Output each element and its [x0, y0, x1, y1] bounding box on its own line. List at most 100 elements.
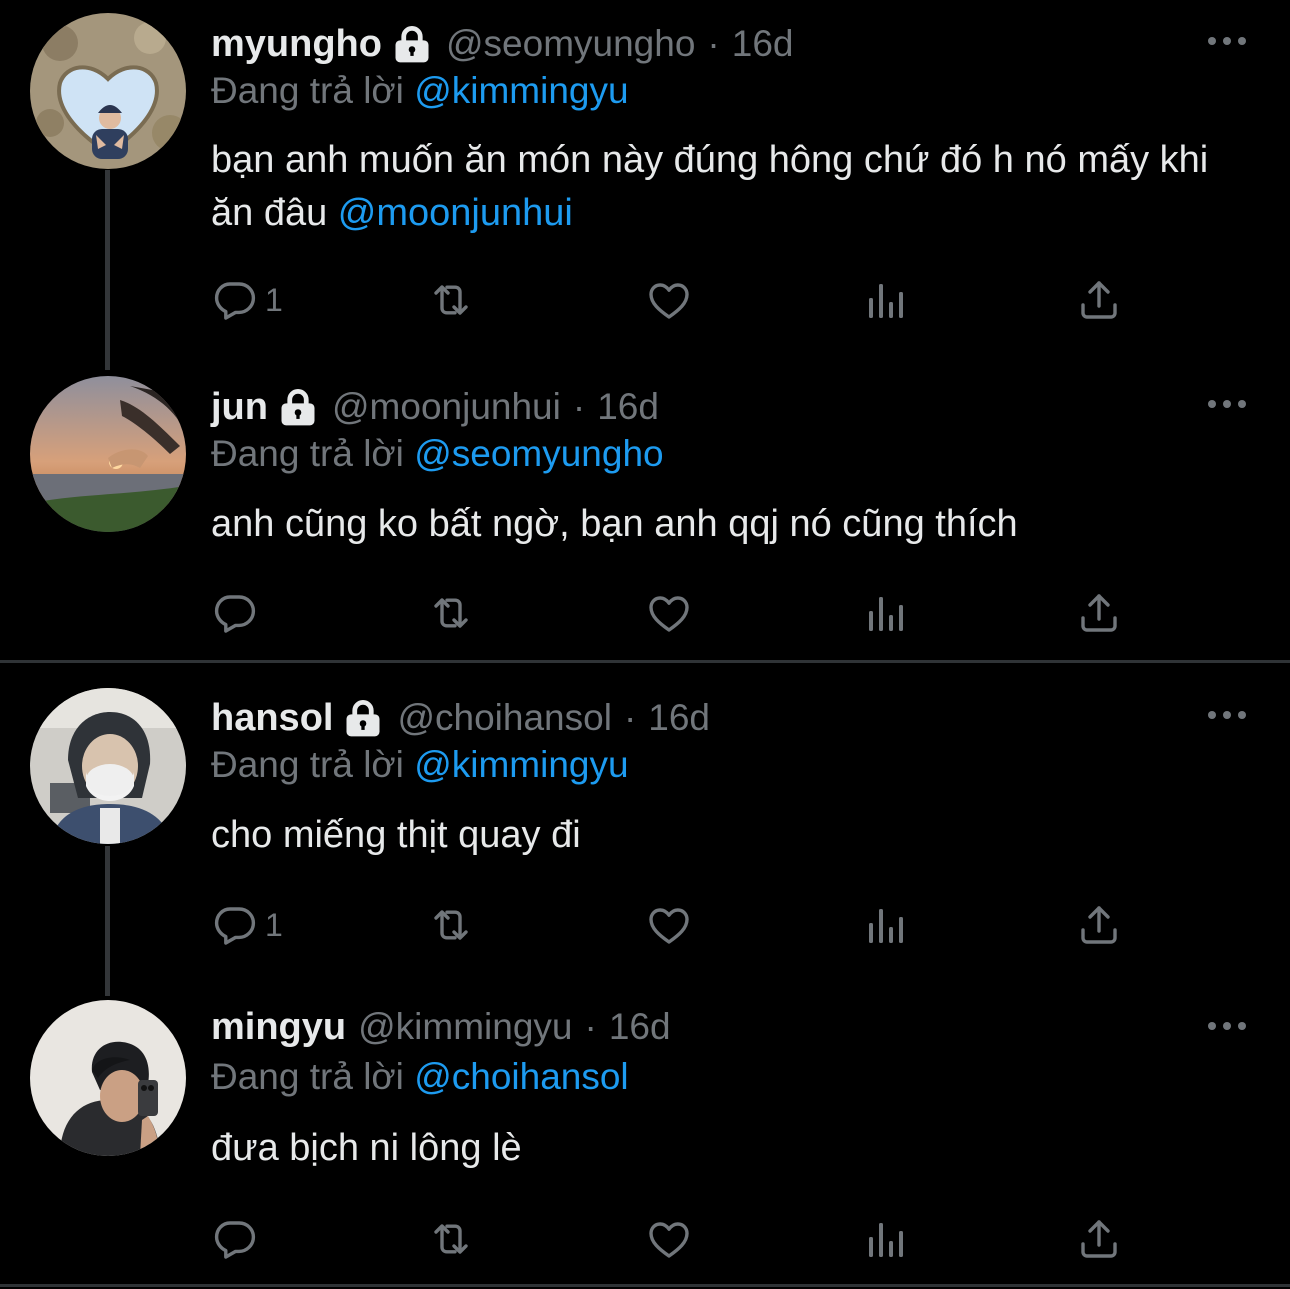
share-icon: [1075, 276, 1123, 324]
reply-button[interactable]: 1: [211, 900, 283, 950]
replying-to-mention[interactable]: @kimmingyu: [414, 70, 628, 111]
timestamp[interactable]: 16d: [732, 23, 794, 65]
tweet-text: bạn anh muốn ăn món này đúng hông chứ đó…: [211, 134, 1221, 240]
like-button[interactable]: [645, 275, 693, 325]
views-icon: [861, 901, 909, 949]
tweet[interactable]: myungho @seomyungho · 16d Đang trả lời @…: [0, 0, 1290, 350]
thread-separator: [0, 660, 1290, 663]
replying-to: Đang trả lời @kimmingyu: [211, 70, 629, 116]
text-mention[interactable]: @moonjunhui: [338, 192, 573, 234]
avatar[interactable]: [30, 1000, 186, 1156]
views-icon: [861, 1215, 909, 1263]
replying-prefix: Đang trả lời: [211, 1056, 404, 1097]
username[interactable]: @moonjunhui: [332, 386, 561, 428]
tweet-text-content: đưa bịch ni lông lè: [211, 1127, 522, 1169]
share-icon: [1075, 901, 1123, 949]
replying-prefix: Đang trả lời: [211, 744, 404, 785]
reply-icon: [211, 1215, 259, 1263]
replying-to-mention[interactable]: @kimmingyu: [414, 744, 628, 785]
views-button[interactable]: [861, 275, 909, 325]
reply-button[interactable]: [211, 1214, 259, 1264]
views-icon: [861, 276, 909, 324]
heart-icon: [645, 589, 693, 637]
reply-count: 1: [265, 281, 283, 318]
tweet-header: mingyu @kimmingyu · 16d: [211, 1002, 671, 1052]
tweet[interactable]: hansol @choihansol · 16d Đang trả lời @k…: [0, 670, 1290, 990]
lock-icon: [341, 696, 385, 740]
share-button[interactable]: [1075, 900, 1123, 950]
views-button[interactable]: [861, 900, 909, 950]
timestamp[interactable]: 16d: [648, 697, 710, 739]
separator-dot: ·: [572, 386, 586, 427]
avatar[interactable]: [30, 688, 186, 844]
like-button[interactable]: [645, 588, 693, 638]
display-name[interactable]: jun: [211, 386, 268, 429]
replying-to-mention[interactable]: @choihansol: [414, 1056, 628, 1097]
lock-icon: [390, 22, 434, 66]
reply-count: 1: [265, 906, 283, 943]
retweet-button[interactable]: [427, 1214, 475, 1264]
action-bar: [211, 1214, 1131, 1264]
views-button[interactable]: [861, 1214, 909, 1264]
more-icon[interactable]: [1205, 394, 1249, 414]
replying-to: Đang trả lời @choihansol: [211, 1056, 629, 1102]
share-icon: [1075, 1215, 1123, 1263]
action-bar: 1: [211, 275, 1131, 325]
more-icon[interactable]: [1205, 1016, 1249, 1036]
heart-icon: [645, 276, 693, 324]
replying-prefix: Đang trả lời: [211, 70, 404, 111]
display-name[interactable]: hansol: [211, 697, 333, 740]
retweet-icon: [427, 1215, 475, 1263]
retweet-icon: [427, 276, 475, 324]
timestamp[interactable]: 16d: [609, 1006, 671, 1048]
display-name[interactable]: myungho: [211, 23, 382, 66]
reply-icon: [211, 589, 259, 637]
share-button[interactable]: [1075, 1214, 1123, 1264]
more-icon[interactable]: [1205, 705, 1249, 725]
tweet-header: jun @moonjunhui · 16d: [211, 382, 659, 432]
reply-button[interactable]: 1: [211, 275, 283, 325]
tweet[interactable]: mingyu @kimmingyu · 16d Đang trả lời @ch…: [0, 990, 1290, 1280]
retweet-icon: [427, 901, 475, 949]
bottom-separator: [0, 1284, 1290, 1287]
views-button[interactable]: [861, 588, 909, 638]
more-icon[interactable]: [1205, 31, 1249, 51]
retweet-button[interactable]: [427, 900, 475, 950]
tweet-text: đưa bịch ni lông lè: [211, 1122, 1221, 1175]
retweet-icon: [427, 589, 475, 637]
replying-to: Đang trả lời @kimmingyu: [211, 744, 629, 790]
tweet-header: myungho @seomyungho · 16d: [211, 19, 793, 69]
display-name[interactable]: mingyu: [211, 1006, 346, 1049]
tweet-text-content: cho miếng thịt quay đi: [211, 814, 581, 856]
username[interactable]: @choihansol: [397, 697, 611, 739]
replying-prefix: Đang trả lời: [211, 433, 404, 474]
reply-button[interactable]: [211, 588, 259, 638]
separator-dot: ·: [584, 1006, 597, 1047]
username[interactable]: @seomyungho: [446, 23, 695, 65]
share-button[interactable]: [1075, 275, 1123, 325]
avatar[interactable]: [30, 13, 186, 169]
views-icon: [861, 589, 909, 637]
separator-dot: ·: [707, 23, 720, 64]
like-button[interactable]: [645, 1214, 693, 1264]
username[interactable]: @kimmingyu: [358, 1006, 572, 1048]
action-bar: 1: [211, 900, 1131, 950]
timestamp[interactable]: 16d: [597, 386, 659, 428]
reply-icon: [211, 276, 259, 324]
avatar[interactable]: [30, 376, 186, 532]
tweet-text-content: anh cũng ko bất ngờ, bạn anh qqj nó cũng…: [211, 503, 1018, 545]
heart-icon: [645, 1215, 693, 1263]
lock-icon: [276, 385, 320, 429]
like-button[interactable]: [645, 900, 693, 950]
retweet-button[interactable]: [427, 275, 475, 325]
tweet-text: anh cũng ko bất ngờ, bạn anh qqj nó cũng…: [211, 498, 1221, 551]
tweet[interactable]: jun @moonjunhui · 16d Đang trả lời @seom…: [0, 370, 1290, 660]
replying-to: Đang trả lời @seomyungho: [211, 433, 664, 479]
tweet-header: hansol @choihansol · 16d: [211, 693, 710, 743]
share-icon: [1075, 589, 1123, 637]
separator-dot: ·: [623, 697, 637, 738]
replying-to-mention[interactable]: @seomyungho: [414, 433, 663, 474]
action-bar: [211, 588, 1131, 638]
retweet-button[interactable]: [427, 588, 475, 638]
share-button[interactable]: [1075, 588, 1123, 638]
